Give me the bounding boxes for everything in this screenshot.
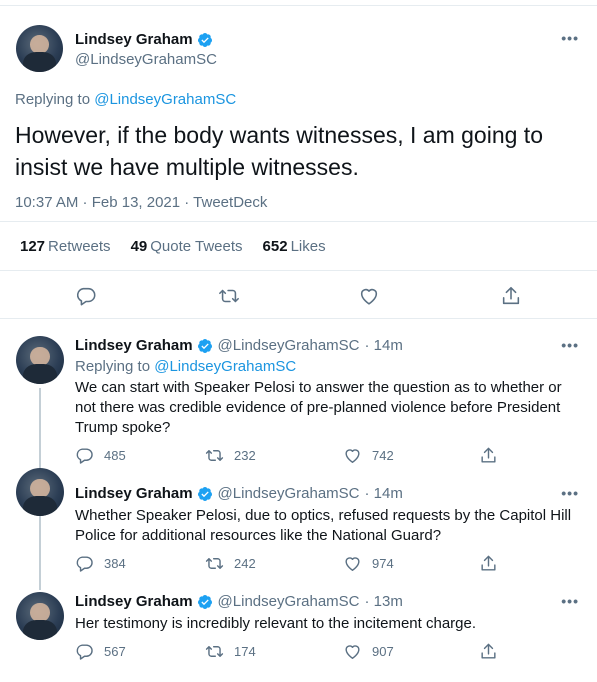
quote-tweets-stat[interactable]: 49 Quote Tweets — [131, 238, 243, 255]
tweet-stats: 127 Retweets 49 Quote Tweets 652 Likes — [0, 221, 597, 271]
like-action[interactable]: 742 — [343, 446, 394, 465]
verified-badge-icon — [197, 486, 212, 501]
reply-count: 384 — [104, 556, 126, 571]
reply-count: 485 — [104, 448, 126, 463]
retweet-count: 242 — [234, 556, 256, 571]
retweet-icon[interactable] — [205, 446, 224, 465]
like-action[interactable]: 974 — [343, 554, 394, 573]
retweet-action[interactable]: 174 — [205, 642, 256, 661]
avatar[interactable] — [16, 468, 64, 516]
likes-count: 652 — [262, 237, 288, 255]
retweets-label: Retweets — [48, 237, 111, 255]
previous-tweet-edge — [0, 0, 597, 6]
avatar[interactable] — [16, 592, 64, 640]
avatar[interactable] — [16, 25, 63, 72]
thread-line — [39, 388, 41, 472]
tweet-text: Whether Speaker Pelosi, due to optics, r… — [75, 507, 572, 544]
author-name[interactable]: Lindsey Graham — [75, 31, 213, 48]
like-count: 974 — [372, 556, 394, 571]
more-options-icon[interactable]: ••• — [561, 593, 579, 609]
tweet-time[interactable]: · 13m — [365, 593, 403, 610]
like-action[interactable]: 907 — [343, 642, 394, 661]
avatar[interactable] — [16, 336, 64, 384]
reply-icon[interactable] — [75, 285, 97, 307]
more-options-icon[interactable]: ••• — [561, 30, 579, 46]
reply-tweet[interactable]: Lindsey Graham @LindseyGrahamSC · 13m ••… — [0, 580, 597, 682]
share-icon[interactable] — [479, 554, 498, 573]
author-name[interactable]: Lindsey Graham — [75, 485, 193, 502]
reply-action[interactable]: 567 — [75, 642, 126, 661]
retweets-count: 127 — [20, 237, 46, 255]
tweet-actions: 384 242 974 — [75, 554, 515, 574]
replying-to-link[interactable]: @LindseyGrahamSC — [154, 358, 296, 375]
like-icon[interactable] — [358, 285, 380, 307]
tweet-text: However, if the body wants witnesses, I … — [15, 122, 543, 180]
share-action[interactable] — [479, 554, 498, 573]
likes-stat[interactable]: 652 Likes — [263, 238, 326, 255]
share-action[interactable] — [479, 446, 498, 465]
replying-to: Replying to @LindseyGrahamSC — [15, 91, 236, 108]
likes-label: Likes — [290, 237, 326, 255]
author-name[interactable]: Lindsey Graham — [75, 337, 193, 354]
retweets-stat[interactable]: 127 Retweets — [20, 238, 111, 255]
like-count: 742 — [372, 448, 394, 463]
quote-tweets-count: 49 — [130, 237, 148, 255]
quote-tweets-label: Quote Tweets — [150, 237, 243, 255]
tweet-time[interactable]: · 14m — [365, 485, 403, 502]
like-icon[interactable] — [343, 642, 362, 661]
retweet-count: 232 — [234, 448, 256, 463]
more-options-icon[interactable]: ••• — [561, 485, 579, 501]
reply-count: 567 — [104, 644, 126, 659]
replying-to-link[interactable]: @LindseyGrahamSC — [94, 91, 236, 108]
reply-tweet[interactable]: Lindsey Graham @LindseyGrahamSC · 14m ••… — [0, 320, 597, 472]
tweet-actions: 567 174 907 — [75, 642, 515, 662]
replying-to-label: Replying to — [15, 91, 91, 108]
retweet-action[interactable]: 232 — [205, 446, 256, 465]
author-handle[interactable]: @LindseyGrahamSC — [75, 51, 217, 68]
tweet-time[interactable]: · 14m — [365, 337, 403, 354]
like-count: 907 — [372, 644, 394, 659]
retweet-count: 174 — [234, 644, 256, 659]
retweet-icon[interactable] — [205, 642, 224, 661]
like-icon[interactable] — [343, 446, 362, 465]
share-icon[interactable] — [479, 642, 498, 661]
retweet-action[interactable]: 242 — [205, 554, 256, 573]
replying-to: Replying to @LindseyGrahamSC — [75, 358, 296, 375]
replying-to-label: Replying to — [75, 358, 151, 375]
tweet-header: Lindsey Graham @LindseyGrahamSC · 14m — [75, 485, 403, 502]
retweet-icon[interactable] — [218, 285, 240, 307]
main-tweet-actions — [0, 271, 597, 319]
more-options-icon[interactable]: ••• — [561, 337, 579, 353]
reply-action[interactable]: 485 — [75, 446, 126, 465]
tweet-timestamp[interactable]: 10:37 AM · Feb 13, 2021 · TweetDeck — [15, 194, 267, 211]
reply-action[interactable]: 384 — [75, 554, 126, 573]
tweet-text: Her testimony is incredibly relevant to … — [75, 615, 477, 632]
like-icon[interactable] — [343, 554, 362, 573]
tweet-text: We can start with Speaker Pelosi to answ… — [75, 379, 562, 436]
share-icon[interactable] — [500, 285, 522, 307]
share-icon[interactable] — [479, 446, 498, 465]
tweet-header: Lindsey Graham @LindseyGrahamSC · 13m — [75, 593, 403, 610]
reply-icon[interactable] — [75, 446, 94, 465]
retweet-icon[interactable] — [205, 554, 224, 573]
author-handle[interactable]: @LindseyGrahamSC — [218, 337, 360, 354]
verified-badge-icon — [197, 32, 212, 47]
author-handle[interactable]: @LindseyGrahamSC — [218, 593, 360, 610]
share-action[interactable] — [479, 642, 498, 661]
author-name[interactable]: Lindsey Graham — [75, 593, 193, 610]
reply-tweet[interactable]: Lindsey Graham @LindseyGrahamSC · 14m ••… — [0, 468, 597, 590]
tweet-header: Lindsey Graham @LindseyGrahamSC · 14m — [75, 337, 403, 354]
tweet-actions: 485 232 742 — [75, 446, 515, 466]
reply-icon[interactable] — [75, 642, 94, 661]
verified-badge-icon — [197, 594, 212, 609]
author-name-text[interactable]: Lindsey Graham — [75, 31, 193, 48]
author-handle[interactable]: @LindseyGrahamSC — [218, 485, 360, 502]
verified-badge-icon — [197, 338, 212, 353]
reply-icon[interactable] — [75, 554, 94, 573]
thread-line — [39, 516, 41, 590]
